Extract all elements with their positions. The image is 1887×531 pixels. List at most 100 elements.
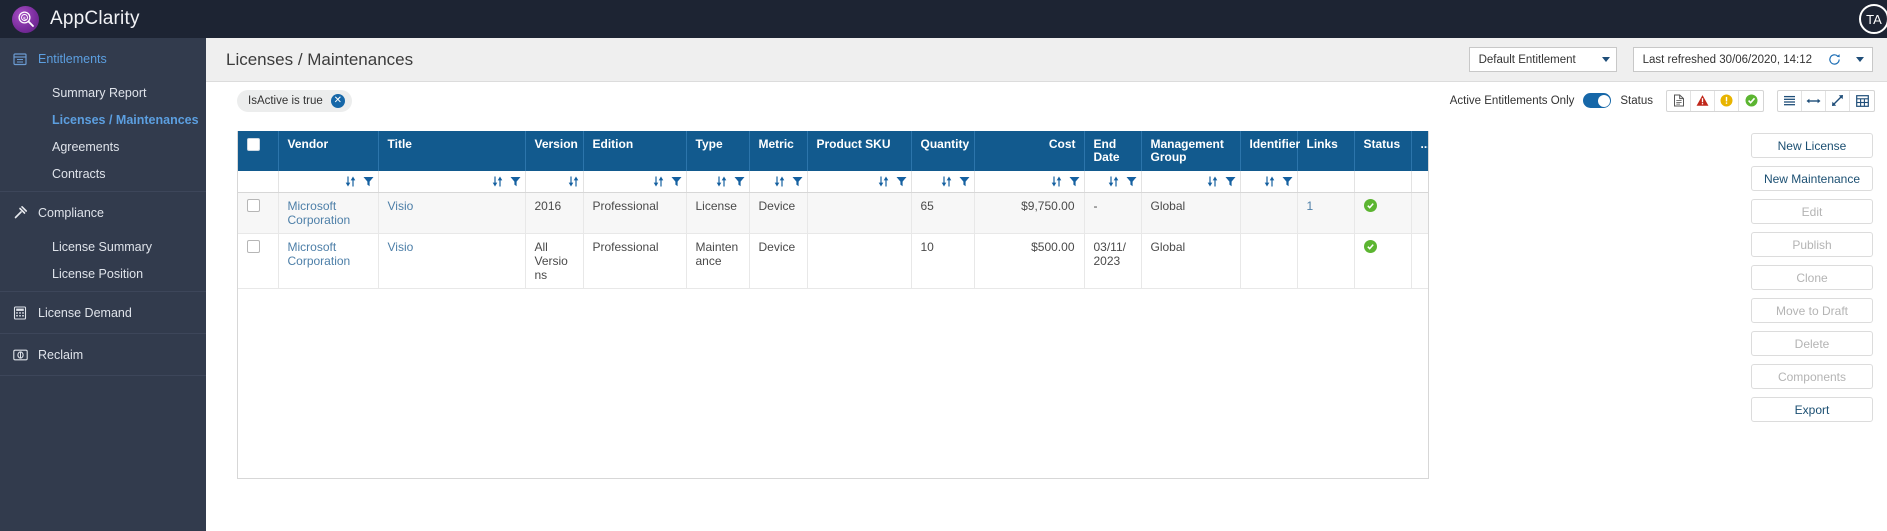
cell-vendor[interactable]: Microsoft Corporation <box>278 233 379 289</box>
document-icon[interactable] <box>1667 90 1691 111</box>
sidebar-item-summary-report[interactable]: Summary Report <box>0 79 206 106</box>
sort-updown-icon[interactable] <box>878 176 889 187</box>
column-header-sku[interactable]: Product SKU <box>807 131 912 171</box>
table-empty-row <box>238 448 1428 478</box>
grid-table-icon[interactable] <box>1850 91 1874 111</box>
sidebar: $ AppClarity Entitlements Summary Report… <box>0 0 206 531</box>
sidebar-item-licenses-maintenances[interactable]: Licenses / Maintenances <box>0 106 206 133</box>
cell-title[interactable]: Visio <box>378 192 526 234</box>
funnel-icon[interactable] <box>734 176 745 187</box>
column-header-label: Quantity <box>920 137 970 151</box>
funnel-icon[interactable] <box>671 176 682 187</box>
active-entitlements-only-label: Active Entitlements Only <box>1449 94 1575 107</box>
sidebar-item-compliance[interactable]: Compliance <box>0 192 206 233</box>
sort-updown-icon[interactable] <box>653 176 664 187</box>
new-license-button[interactable]: New License <box>1751 133 1873 158</box>
column-header-enddate[interactable]: End Date <box>1084 131 1142 171</box>
column-header-check[interactable] <box>238 131 279 171</box>
action-button-label: Delete <box>1794 336 1830 351</box>
column-header-edition[interactable]: Edition <box>583 131 687 171</box>
cell-vendor[interactable]: Microsoft Corporation <box>278 192 379 234</box>
cell-more <box>1411 192 1428 234</box>
funnel-icon[interactable] <box>896 176 907 187</box>
column-header-mgmtgroup[interactable]: Management Group <box>1141 131 1241 171</box>
column-header-metric[interactable]: Metric <box>749 131 808 171</box>
filter-cell-status <box>1354 171 1412 193</box>
table-empty-row <box>238 288 1428 320</box>
info-circle-icon[interactable] <box>1715 90 1739 111</box>
cell-links[interactable] <box>1297 233 1355 289</box>
column-header-label: Cost <box>1048 137 1076 151</box>
row-checkbox[interactable] <box>247 198 260 212</box>
check-circle-icon[interactable] <box>1739 91 1763 111</box>
sort-updown-icon[interactable] <box>716 176 727 187</box>
table-row[interactable]: Microsoft Corporation Visio 2016 Profession… <box>238 192 1428 234</box>
sort-updown-icon[interactable] <box>1108 176 1119 187</box>
cell-value: Device <box>758 198 796 213</box>
sidebar-item-license-summary[interactable]: License Summary <box>0 233 206 260</box>
arrows-horizontal-icon[interactable] <box>1802 90 1826 111</box>
active-entitlements-only-toggle[interactable] <box>1583 93 1612 108</box>
cell-value: Professional <box>592 239 659 254</box>
sidebar-item-entitlements[interactable]: Entitlements <box>0 38 206 79</box>
sidebar-item-reclaim[interactable]: Reclaim <box>0 334 206 375</box>
funnel-icon[interactable] <box>1069 176 1080 187</box>
sort-updown-icon[interactable] <box>568 176 579 187</box>
column-header-label: Edition <box>592 137 634 151</box>
cell-mgmtgroup: Global <box>1141 233 1241 289</box>
column-header-links[interactable]: Links <box>1297 131 1355 171</box>
column-header-cost[interactable]: Cost <box>974 131 1085 171</box>
status-filter-icon-group <box>1666 89 1764 112</box>
new-maintenance-button[interactable]: New Maintenance <box>1751 166 1873 191</box>
refresh-options-chevron-icon[interactable] <box>1847 48 1872 71</box>
sort-updown-icon[interactable] <box>1207 176 1218 187</box>
funnel-icon[interactable] <box>792 176 803 187</box>
column-header-status[interactable]: Status <box>1354 131 1412 171</box>
column-header-type[interactable]: Type <box>686 131 750 171</box>
cell-version: 2016 <box>525 192 584 234</box>
entitlement-select[interactable]: Default Entitlement <box>1468 47 1617 72</box>
column-header-title[interactable]: Title <box>378 131 526 171</box>
sort-updown-icon[interactable] <box>1051 176 1062 187</box>
filter-chip-isactive[interactable]: IsActive is true ✕ <box>237 89 352 112</box>
column-header-vendor[interactable]: Vendor <box>278 131 379 171</box>
funnel-icon[interactable] <box>1225 176 1236 187</box>
sort-updown-icon[interactable] <box>941 176 952 187</box>
table-empty-row <box>238 352 1428 384</box>
column-header-version[interactable]: Version <box>525 131 584 171</box>
filter-cell-more <box>1411 171 1428 193</box>
avatar[interactable]: TA <box>1859 4 1887 34</box>
refresh-icon[interactable] <box>1822 48 1847 71</box>
row-checkbox[interactable] <box>247 239 260 253</box>
sort-updown-icon[interactable] <box>774 176 785 187</box>
cell-title[interactable]: Visio <box>378 233 526 289</box>
sidebar-subitem-label: Licenses / Maintenances <box>52 112 199 127</box>
close-circle-icon[interactable]: ✕ <box>330 93 345 108</box>
sidebar-item-agreements[interactable]: Agreements <box>0 133 206 160</box>
sidebar-item-license-position[interactable]: License Position <box>0 260 206 287</box>
list-lines-icon[interactable] <box>1778 90 1802 111</box>
funnel-icon[interactable] <box>1126 176 1137 187</box>
sidebar-subitem-label: License Summary <box>52 239 153 254</box>
warning-triangle-icon[interactable] <box>1691 90 1715 111</box>
funnel-icon[interactable] <box>510 176 521 187</box>
column-header-identifier[interactable]: Identifier <box>1240 131 1300 171</box>
export-button[interactable]: Export <box>1751 397 1873 422</box>
cell-cost: $9,750.00 <box>974 192 1085 234</box>
funnel-icon[interactable] <box>959 176 970 187</box>
column-header-quantity[interactable]: Quantity <box>911 131 975 171</box>
cell-links[interactable]: 1 <box>1297 192 1355 234</box>
sidebar-item-license-demand[interactable]: License Demand <box>0 292 206 333</box>
column-header-more[interactable]: ... <box>1411 131 1428 171</box>
sort-updown-icon[interactable] <box>345 176 356 187</box>
sidebar-item-contracts[interactable]: Contracts <box>0 160 206 187</box>
cell-type: License <box>686 192 750 234</box>
select-all-checkbox[interactable] <box>247 138 260 151</box>
table-row[interactable]: Microsoft Corporation Visio All Versions Pr… <box>238 233 1428 289</box>
funnel-icon[interactable] <box>363 176 374 187</box>
funnel-icon[interactable] <box>1282 176 1293 187</box>
sort-updown-icon[interactable] <box>492 176 503 187</box>
cell-value: 2016 <box>534 198 562 213</box>
sort-updown-icon[interactable] <box>1264 176 1275 187</box>
expand-diagonal-icon[interactable] <box>1826 90 1850 111</box>
